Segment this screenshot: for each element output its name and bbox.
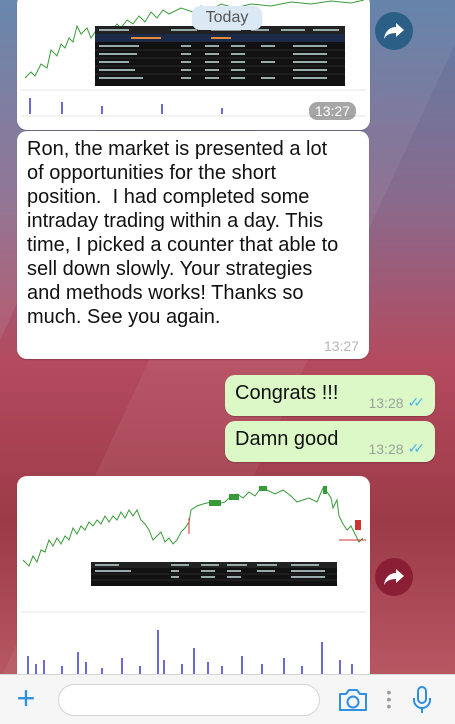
- date-chip: Today: [192, 6, 262, 30]
- microphone-icon[interactable]: [410, 685, 434, 715]
- message-time: 13:28: [368, 394, 404, 411]
- forward-icon: [384, 569, 404, 585]
- forward-button[interactable]: [375, 558, 413, 596]
- chart-screenshot-image[interactable]: [21, 480, 366, 674]
- outgoing-message[interactable]: Congrats !!! 13:28 ✓✓: [225, 375, 435, 416]
- chat-area[interactable]: 13:27 Today Ron, the market is presented…: [0, 0, 455, 674]
- image-message-2[interactable]: [17, 476, 370, 674]
- read-receipt-icon: ✓✓: [407, 440, 426, 456]
- message-input-bar: + • • •: [0, 674, 455, 724]
- message-meta: 13:27: [324, 338, 359, 354]
- forward-icon: [384, 23, 404, 39]
- message-meta: 13:28 ✓✓: [368, 394, 425, 411]
- camera-icon[interactable]: [337, 687, 369, 713]
- message-time: 13:28: [368, 440, 404, 457]
- forward-button[interactable]: [375, 12, 413, 50]
- read-receipt-icon: ✓✓: [407, 394, 426, 410]
- message-text: Ron, the market is presented a lot of op…: [27, 138, 339, 328]
- message-time: 13:27: [308, 102, 356, 120]
- message-time: 13:27: [323, 338, 359, 354]
- outgoing-message[interactable]: Damn good 13:28 ✓✓: [225, 421, 435, 462]
- plus-icon[interactable]: +: [12, 682, 40, 714]
- message-input[interactable]: [58, 684, 320, 716]
- message-meta: 13:28 ✓✓: [368, 440, 425, 457]
- more-dots-icon: • • •: [386, 684, 392, 714]
- incoming-message-text[interactable]: Ron, the market is presented a lot of op…: [17, 131, 369, 359]
